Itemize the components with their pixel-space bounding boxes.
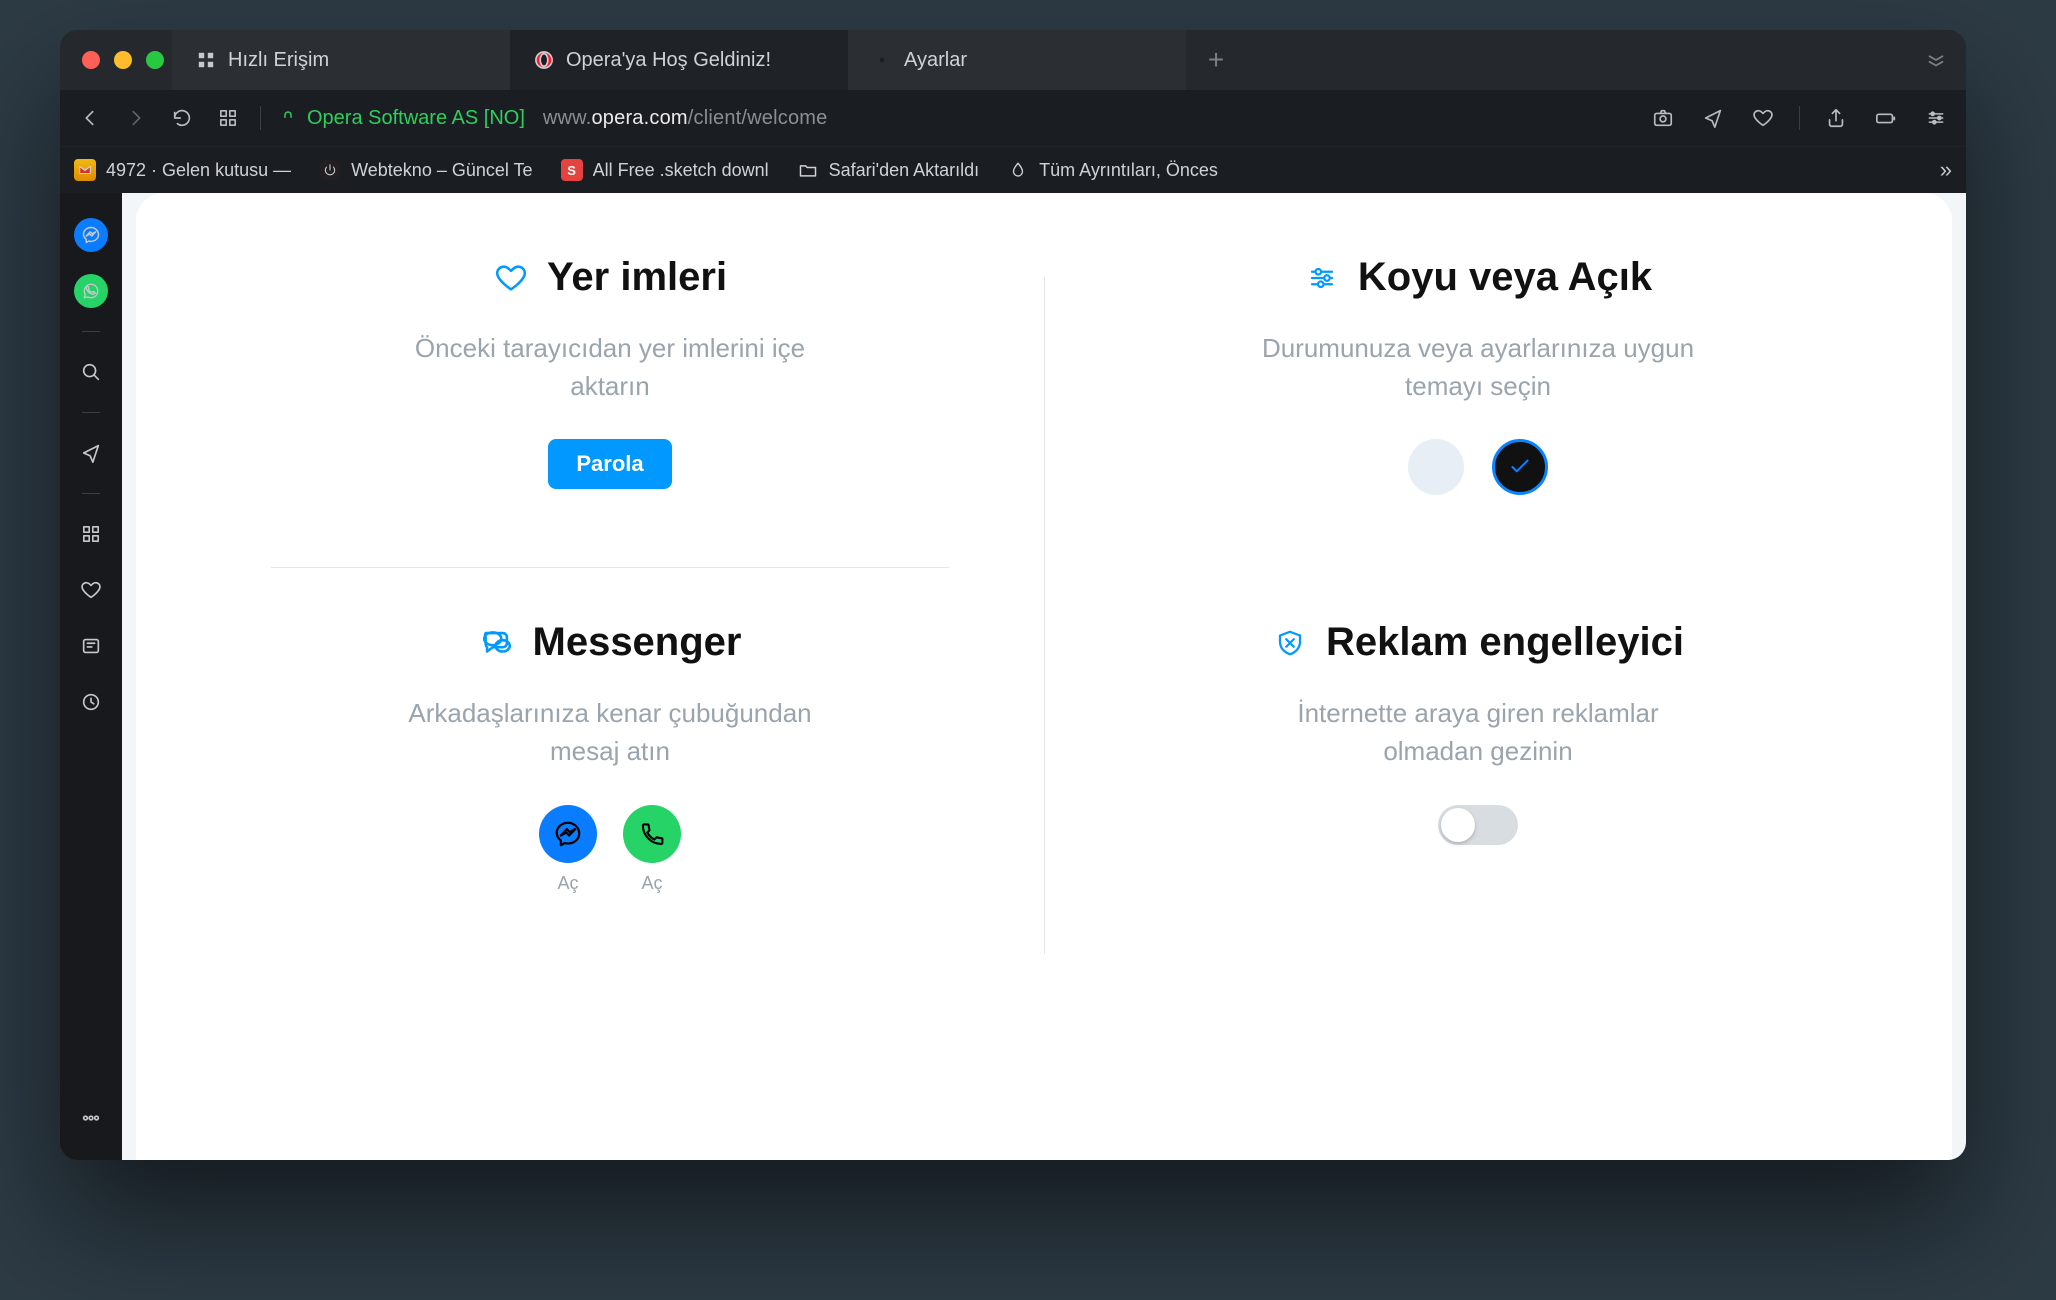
opera-icon — [534, 50, 554, 70]
sidebar — [60, 193, 122, 1160]
sidebar-news-button[interactable] — [71, 626, 111, 666]
sidebar-separator — [82, 412, 100, 413]
sidebar-separator — [82, 331, 100, 332]
messenger-icon — [74, 218, 108, 252]
speed-dial-icon — [196, 50, 216, 70]
sidebar-bookmarks-button[interactable] — [71, 570, 111, 610]
bookmark-label: 4972 · Gelen kutusu — — [106, 160, 291, 181]
shield-icon — [1272, 625, 1308, 661]
bookmark-item[interactable]: 4972 · Gelen kutusu — — [74, 159, 291, 181]
new-tab-button[interactable]: + — [1186, 30, 1246, 90]
tab-settings[interactable]: Ayarlar — [848, 30, 1186, 90]
theme-dark-swatch[interactable] — [1492, 439, 1548, 495]
toolbar: Opera Software AS [NO] www. opera.com /c… — [60, 90, 1966, 146]
sidebar-messenger-button[interactable] — [71, 215, 111, 255]
sidebar-history-button[interactable] — [71, 682, 111, 722]
easy-setup-button[interactable] — [1922, 104, 1950, 132]
tab-label: Opera'ya Hoş Geldiniz! — [566, 49, 771, 72]
gear-icon — [872, 50, 892, 70]
sidebar-search-button[interactable] — [71, 352, 111, 392]
welcome-card-bookmarks: Yer imleri Önceki tarayıcıdan yer imleri… — [176, 237, 1044, 555]
url-display[interactable]: www. opera.com /client/welcome — [543, 107, 828, 130]
theme-light-swatch[interactable] — [1408, 439, 1464, 495]
reload-button[interactable] — [168, 104, 196, 132]
sketch-icon: S — [561, 159, 583, 181]
power-icon — [319, 159, 341, 181]
snapshot-button[interactable] — [1649, 104, 1677, 132]
traffic-lights — [60, 30, 172, 90]
card-title: Messenger — [533, 620, 742, 665]
url-path: /client/welcome — [688, 107, 828, 130]
heart-icon — [493, 260, 529, 296]
url-host: opera.com — [591, 107, 687, 130]
messenger-app-button[interactable] — [539, 805, 597, 863]
whatsapp-icon — [74, 274, 108, 308]
security-org: Opera Software AS [NO] — [307, 107, 525, 130]
bookmarks-bar: 4972 · Gelen kutusu — Webtekno – Güncel … — [60, 146, 1966, 193]
bookmark-heart-button[interactable] — [1749, 104, 1777, 132]
instant-search-button[interactable] — [1699, 104, 1727, 132]
security-badge[interactable]: Opera Software AS [NO] — [279, 107, 525, 130]
tab-label: Hızlı Erişim — [228, 49, 329, 72]
divider-vertical — [1044, 277, 1045, 954]
bookmark-label: Webtekno – Güncel Te — [351, 160, 532, 181]
minimize-window-button[interactable] — [114, 51, 132, 69]
whatsapp-app-button[interactable] — [623, 805, 681, 863]
divider-horizontal — [271, 567, 948, 568]
bookmark-item[interactable]: Safari'den Aktarıldı — [797, 159, 980, 181]
welcome-card-adblock: Reklam engelleyici İnternette araya gire… — [1044, 620, 1912, 953]
url-prefix: www. — [543, 107, 592, 130]
tab-speed-dial[interactable]: Hızlı Erişim — [172, 30, 510, 90]
bookmark-item[interactable]: Webtekno – Güncel Te — [319, 159, 532, 181]
folder-icon — [797, 159, 819, 181]
chat-icon — [479, 625, 515, 661]
tab-strip: Hızlı Erişim Opera'ya Hoş Geldiniz! Ayar… — [60, 30, 1966, 90]
tab-label: Ayarlar — [904, 49, 967, 72]
gmail-icon — [74, 159, 96, 181]
card-title: Koyu veya Açık — [1358, 255, 1652, 300]
back-button[interactable] — [76, 104, 104, 132]
drop-icon — [1007, 159, 1029, 181]
page-content: Yer imleri Önceki tarayıcıdan yer imleri… — [122, 193, 1966, 1160]
card-subtitle: İnternette araya giren reklamlar olmadan… — [1258, 695, 1698, 770]
sidebar-more-button[interactable] — [71, 1098, 111, 1138]
speed-dial-button[interactable] — [214, 104, 242, 132]
welcome-card-messenger: Messenger Arkadaşlarınıza kenar çubuğund… — [176, 620, 1044, 953]
sidebar-flow-button[interactable] — [71, 433, 111, 473]
sidebar-separator — [82, 493, 100, 494]
close-window-button[interactable] — [82, 51, 100, 69]
sliders-icon — [1304, 260, 1340, 296]
bookmarks-overflow-button[interactable]: » — [1940, 157, 1952, 183]
sidebar-whatsapp-button[interactable] — [71, 271, 111, 311]
card-subtitle: Arkadaşlarınıza kenar çubuğundan mesaj a… — [390, 695, 830, 770]
share-button[interactable] — [1822, 104, 1850, 132]
card-subtitle: Önceki tarayıcıdan yer imlerini içe akta… — [390, 330, 830, 405]
bookmark-item[interactable]: Tüm Ayrıntıları, Önces — [1007, 159, 1218, 181]
bookmark-item[interactable]: S All Free .sketch downl — [561, 159, 769, 181]
bookmark-label: Safari'den Aktarıldı — [829, 160, 980, 181]
bookmark-label: Tüm Ayrıntıları, Önces — [1039, 160, 1218, 181]
forward-button[interactable] — [122, 104, 150, 132]
card-title: Yer imleri — [547, 255, 727, 300]
whatsapp-caption: Aç — [641, 873, 662, 894]
import-passwords-button[interactable]: Parola — [548, 439, 671, 489]
tab-menu-button[interactable] — [1906, 30, 1966, 90]
messenger-caption: Aç — [557, 873, 578, 894]
card-title: Reklam engelleyici — [1326, 620, 1684, 665]
tab-welcome[interactable]: Opera'ya Hoş Geldiniz! — [510, 30, 848, 90]
sidebar-speed-dial-button[interactable] — [71, 514, 111, 554]
battery-saver-button[interactable] — [1872, 104, 1900, 132]
welcome-card-theme: Koyu veya Açık Durumunuza veya ayarların… — [1044, 237, 1912, 555]
browser-window: Hızlı Erişim Opera'ya Hoş Geldiniz! Ayar… — [60, 30, 1966, 1160]
card-subtitle: Durumunuza veya ayarlarınıza uygun temay… — [1258, 330, 1698, 405]
bookmark-label: All Free .sketch downl — [593, 160, 769, 181]
adblock-toggle[interactable] — [1438, 805, 1518, 845]
maximize-window-button[interactable] — [146, 51, 164, 69]
